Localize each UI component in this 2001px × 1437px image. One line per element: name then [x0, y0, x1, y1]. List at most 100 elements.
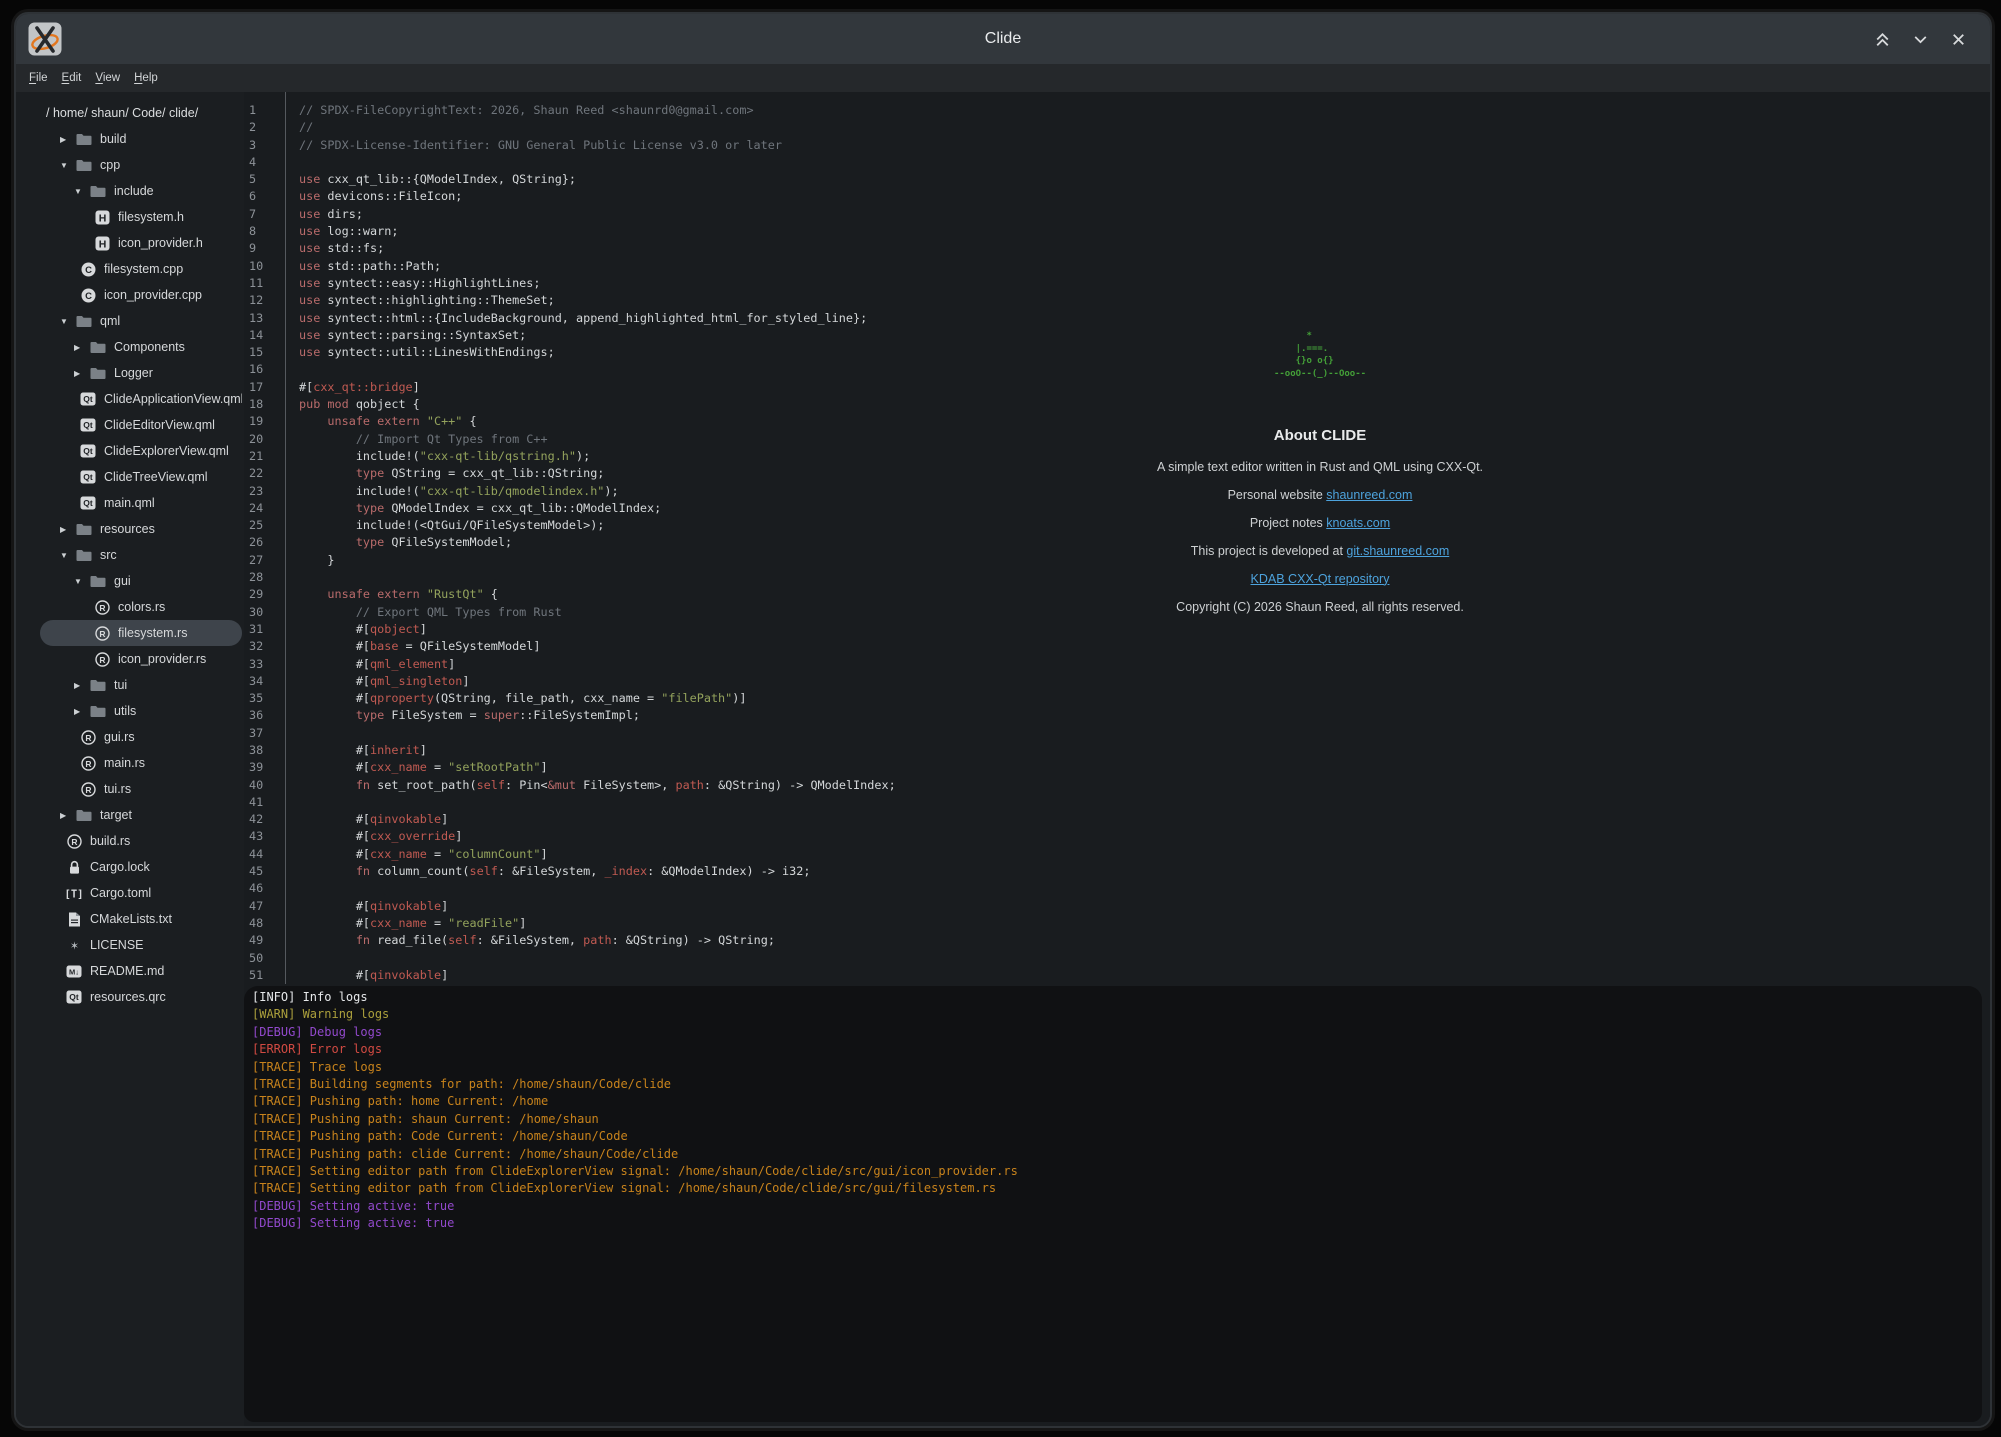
svg-text:Qt: Qt [83, 472, 93, 482]
tree-folder-gui[interactable]: ▼gui [40, 568, 242, 594]
svg-text:C: C [85, 291, 92, 302]
tree-item-clideapplicationview-qml[interactable]: QtClideApplicationView.qml [40, 386, 242, 412]
folder-icon [90, 340, 106, 355]
tree-folder-qml[interactable]: ▼qml [40, 308, 242, 334]
line-number: 13 [249, 310, 285, 327]
line-number: 25 [249, 517, 285, 534]
about-line: Copyright (C) 2026 Shaun Reed, all right… [1000, 600, 1640, 614]
tree-item-filesystem-rs[interactable]: Rfilesystem.rs [40, 620, 242, 646]
tree-item-label: icon_provider.cpp [104, 288, 202, 302]
tree-item-label: ClideEditorView.qml [104, 418, 215, 432]
tree-item-icon-provider-rs[interactable]: Ricon_provider.rs [40, 646, 242, 672]
tree-folder-include[interactable]: ▼include [40, 178, 242, 204]
tree-item-colors-rs[interactable]: Rcolors.rs [40, 594, 242, 620]
tree-item-gui-rs[interactable]: Rgui.rs [40, 724, 242, 750]
log-console[interactable]: [INFO] Info logs[WARN] Warning logs[DEBU… [244, 986, 1982, 1422]
tree-item-cargo-toml[interactable]: [T]Cargo.toml [40, 880, 242, 906]
folder-icon [90, 678, 106, 693]
maximize-button[interactable] [1872, 29, 1892, 49]
md-icon: M↓ [66, 964, 82, 979]
qt-icon: Qt [66, 990, 82, 1005]
tree-folder-logger[interactable]: ▶Logger [40, 360, 242, 386]
tree-item-clideeditorview-qml[interactable]: QtClideEditorView.qml [40, 412, 242, 438]
tree-folder-build[interactable]: ▶ build [40, 126, 242, 152]
code-line: #[cxx_override] [299, 828, 1990, 845]
tree-item-cmakelists-txt[interactable]: CMakeLists.txt [40, 906, 242, 932]
tree-item-label: build [100, 132, 126, 146]
code-line: type FileSystem = super::FileSystemImpl; [299, 707, 1990, 724]
tree-item-main-qml[interactable]: Qtmain.qml [40, 490, 242, 516]
line-number: 38 [249, 742, 285, 759]
log-line: [WARN] Warning logs [252, 1006, 1982, 1023]
about-line: A simple text editor written in Rust and… [1000, 460, 1640, 474]
tree-item-cargo-lock[interactable]: Cargo.lock [40, 854, 242, 880]
tree-item-label: LICENSE [90, 938, 144, 952]
tree-item-icon-provider-h[interactable]: Hicon_provider.h [40, 230, 242, 256]
minimize-button[interactable] [1910, 29, 1930, 49]
tree-item-license[interactable]: ✶LICENSE [40, 932, 242, 958]
log-line: [INFO] Info logs [252, 989, 1982, 1006]
tree-item-label: ClideTreeView.qml [104, 470, 208, 484]
chevron-collapsed-icon: ▶ [60, 135, 76, 144]
line-number: 49 [249, 932, 285, 949]
tree-item-build-rs[interactable]: Rbuild.rs [40, 828, 242, 854]
code-line [299, 880, 1990, 897]
line-number: 10 [249, 258, 285, 275]
tree-item-main-rs[interactable]: Rmain.rs [40, 750, 242, 776]
line-number: 45 [249, 863, 285, 880]
menu-edit[interactable]: Edit [55, 67, 89, 89]
tree-item-label: ClideApplicationView.qml [104, 392, 242, 406]
link-shaunreed-com[interactable]: shaunreed.com [1326, 488, 1412, 502]
svg-text:H: H [98, 212, 106, 224]
clide-ascii-logo: * |.===. {}o o{} --ooO--(_)--Ooo-- [1274, 330, 1366, 380]
chevron-collapsed-icon: ▶ [74, 343, 90, 352]
svg-text:Qt: Qt [69, 992, 79, 1002]
tree-item-label: README.md [90, 964, 164, 978]
tree-folder-cpp[interactable]: ▼cpp [40, 152, 242, 178]
folder-icon [76, 808, 92, 823]
folder-icon [90, 704, 106, 719]
tree-item-label: utils [114, 704, 136, 718]
app-window: Clide FileEditViewHelp / home/ shaun/ Co [14, 12, 1992, 1428]
chevron-collapsed-icon: ▶ [74, 369, 90, 378]
tree-item-clidetreeview-qml[interactable]: Qt ClideTreeView.qml [40, 464, 242, 490]
log-line: [ERROR] Error logs [252, 1041, 1982, 1058]
tree-item-label: gui [114, 574, 131, 588]
tree-folder-utils[interactable]: ▶ utils [40, 698, 242, 724]
code-line [299, 725, 1990, 742]
tree-folder-tui[interactable]: ▶tui [40, 672, 242, 698]
tree-item-readme-md[interactable]: M↓ README.md [40, 958, 242, 984]
line-number: 9 [249, 240, 285, 257]
tree-folder-target[interactable]: ▶target [40, 802, 242, 828]
code-line: #[qinvokable] [299, 811, 1990, 828]
tree-item-resources-qrc[interactable]: Qtresources.qrc [40, 984, 242, 1010]
link-git-shaunreed-com[interactable]: git.shaunreed.com [1346, 544, 1449, 558]
tree-item-icon-provider-cpp[interactable]: Cicon_provider.cpp [40, 282, 242, 308]
menu-view[interactable]: View [88, 67, 127, 89]
chevron-collapsed-icon: ▶ [74, 707, 90, 716]
tree-folder-resources[interactable]: ▶resources [40, 516, 242, 542]
title-bar[interactable]: Clide [16, 14, 1990, 64]
log-line: [TRACE] Pushing path: home Current: /hom… [252, 1093, 1982, 1110]
chevron-collapsed-icon: ▶ [74, 681, 90, 690]
tree-item-clideexplorerview-qml[interactable]: QtClideExplorerView.qml [40, 438, 242, 464]
about-lines: A simple text editor written in Rust and… [1000, 460, 1640, 614]
link-kdab-cxx-qt-repository[interactable]: KDAB CXX-Qt repository [1251, 572, 1390, 586]
tree-item-filesystem-cpp[interactable]: Cfilesystem.cpp [40, 256, 242, 282]
tree-item-tui-rs[interactable]: Rtui.rs [40, 776, 242, 802]
menu-file[interactable]: File [22, 67, 55, 89]
line-number: 24 [249, 500, 285, 517]
line-number: 19 [249, 413, 285, 430]
tree-item-filesystem-h[interactable]: Hfilesystem.h [40, 204, 242, 230]
menu-help[interactable]: Help [127, 67, 165, 89]
code-line: #[qinvokable] [299, 967, 1990, 984]
close-button[interactable] [1948, 29, 1968, 49]
rs-icon: R [94, 652, 110, 667]
rs-icon: R [94, 626, 110, 641]
tree-folder-src[interactable]: ▼src [40, 542, 242, 568]
link-knoats-com[interactable]: knoats.com [1326, 516, 1390, 530]
tree-item-label: CMakeLists.txt [90, 912, 172, 926]
tree-folder-components[interactable]: ▶Components [40, 334, 242, 360]
line-number: 30 [249, 604, 285, 621]
rs-icon: R [94, 600, 110, 615]
